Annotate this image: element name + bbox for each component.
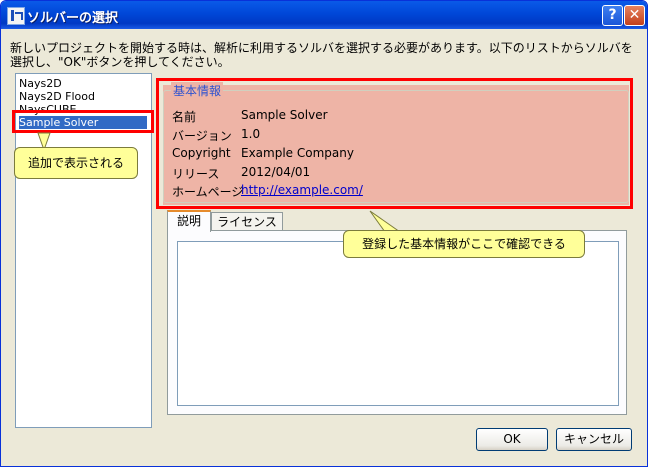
callout-tail-info xyxy=(369,210,402,233)
callout-info: 登録した基本情報がここで確認できる xyxy=(343,230,585,258)
tab-description[interactable]: 説明 xyxy=(167,210,211,232)
callout-added: 追加で表示される xyxy=(14,147,138,179)
